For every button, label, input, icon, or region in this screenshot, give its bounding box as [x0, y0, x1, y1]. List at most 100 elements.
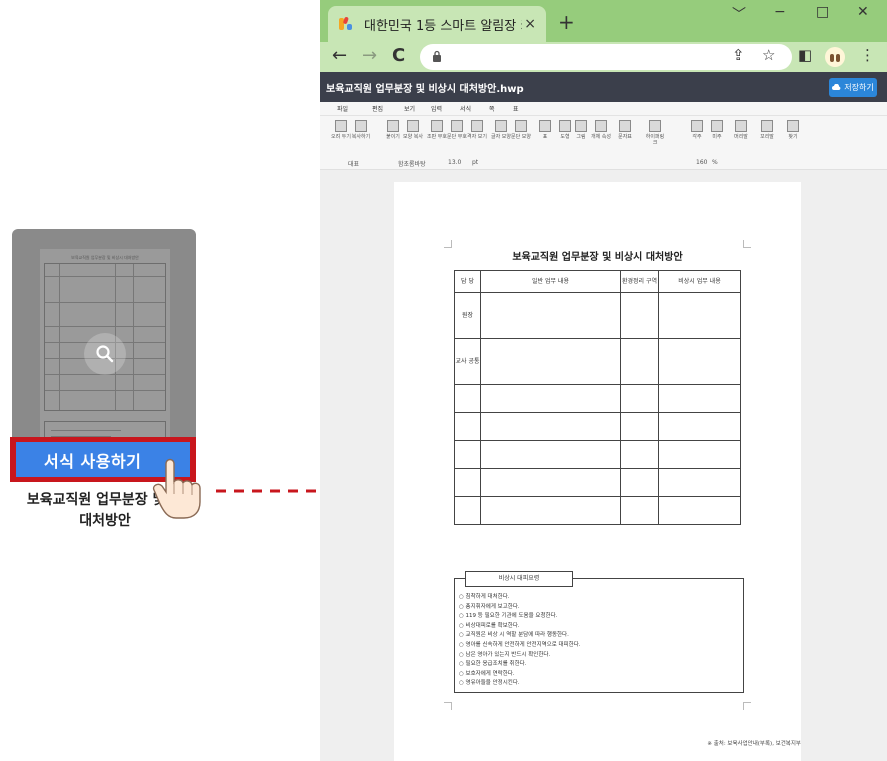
table-cell[interactable]: [454, 468, 481, 497]
browser-tab[interactable]: 대한민국 1등 스마트 알림장 키즈 ×: [328, 6, 546, 42]
ribbon-button[interactable]: 모양 복사: [402, 120, 424, 140]
profile-avatar[interactable]: [824, 46, 846, 68]
zoom-input[interactable]: 160: [696, 159, 707, 166]
ribbon-button-label: 미주: [712, 134, 722, 140]
browser-menu-icon[interactable]: ⋮: [860, 46, 875, 64]
menu-item[interactable]: 쪽: [489, 104, 495, 113]
table-cell[interactable]: [480, 440, 621, 469]
table-cell[interactable]: [480, 468, 621, 497]
table-cell[interactable]: [658, 468, 741, 497]
screenshot-root: 보육교직원 업무분장 및 비상시 대처방안 서식 사용하기 보육교직원 업무분장…: [0, 0, 887, 761]
menu-item[interactable]: 파일: [337, 104, 348, 113]
ribbon-button[interactable]: 하이퍼링크: [644, 120, 666, 146]
ribbon-tool-icon: [595, 120, 607, 132]
table-cell[interactable]: [480, 292, 621, 339]
evacuation-box: 비상시 대피요령 ○ 침착하게 대처한다. ○ 총지휘자에게 보고한다. ○ 119…: [454, 571, 744, 693]
ribbon-button[interactable]: 문단 부호: [446, 120, 468, 140]
table-cell[interactable]: [658, 292, 741, 339]
ribbon-button[interactable]: 미주: [706, 120, 728, 140]
ribbon-button-label: 머리말: [734, 134, 748, 140]
table-cell[interactable]: [454, 440, 481, 469]
ribbon-button[interactable]: 개체 속성: [590, 120, 612, 140]
table-cell[interactable]: [658, 496, 741, 525]
style-select[interactable]: 대표: [348, 159, 359, 168]
font-select[interactable]: 함초롬바탕: [398, 159, 426, 168]
ribbon-button-label: 각주: [692, 134, 702, 140]
table-cell[interactable]: [620, 292, 659, 339]
table-cell[interactable]: 원장: [454, 292, 481, 339]
magnifier-button[interactable]: [84, 333, 126, 375]
ribbon-button-label: 오려 두기: [331, 134, 351, 140]
evacuation-title: 비상시 대피요령: [465, 571, 573, 587]
ribbon-tool-icon: [407, 120, 419, 132]
back-button[interactable]: ←: [332, 45, 347, 66]
ribbon-tool-icon: [761, 120, 773, 132]
table-cell[interactable]: [480, 412, 621, 441]
ribbon-button[interactable]: 표: [534, 120, 556, 140]
forward-button[interactable]: →: [362, 45, 377, 66]
document-page: 보육교직원 업무분장 및 비상시 대처방안 담 당 일반 업무 내용 환경정리 구역…: [394, 182, 801, 761]
table-cell[interactable]: [658, 384, 741, 413]
browser-toolbar: ← → C ⇪ ☆ ◧ ⋮: [320, 42, 887, 72]
document-canvas[interactable]: 보육교직원 업무분장 및 비상시 대처방안 담 당 일반 업무 내용 환경정리 구역…: [320, 170, 887, 761]
table-row: [454, 440, 741, 469]
ribbon-tool-icon: [649, 120, 661, 132]
ribbon-button[interactable]: 붙이기: [382, 120, 404, 140]
table-cell[interactable]: [658, 440, 741, 469]
table-cell[interactable]: [658, 412, 741, 441]
table-cell[interactable]: [620, 412, 659, 441]
tab-close-icon[interactable]: ×: [524, 16, 536, 32]
menu-item[interactable]: 표: [513, 104, 519, 113]
ribbon-button[interactable]: 격자 보기: [466, 120, 488, 140]
ribbon-button[interactable]: 문자표: [614, 120, 636, 140]
ribbon-button[interactable]: 찾기: [782, 120, 804, 140]
close-window-button[interactable]: ✕: [857, 4, 869, 20]
ribbon-button[interactable]: 오려 두기: [330, 120, 352, 140]
menu-item[interactable]: 서식: [460, 104, 471, 113]
table-cell[interactable]: [480, 384, 621, 413]
save-button[interactable]: 저장하기: [829, 78, 877, 97]
ribbon-button[interactable]: 조판 부호: [426, 120, 448, 140]
ribbon-button[interactable]: 꼬리말: [756, 120, 778, 140]
table-cell[interactable]: [620, 468, 659, 497]
pointing-hand-icon: [152, 458, 201, 519]
table-cell[interactable]: [480, 338, 621, 385]
minimize-button[interactable]: −: [774, 4, 786, 20]
ribbon-tool-icon: [355, 120, 367, 132]
font-unit-select[interactable]: pt: [472, 159, 478, 166]
menu-item[interactable]: 편집: [372, 104, 383, 113]
table-cell[interactable]: 교사 공통: [454, 338, 481, 385]
reload-button[interactable]: C: [392, 45, 405, 66]
tab-search-icon[interactable]: ﹀: [732, 4, 746, 24]
menu-item[interactable]: 입력: [431, 104, 442, 113]
ribbon-button-label: 문자표: [618, 134, 632, 140]
ribbon-button-label: 문단 부호: [447, 134, 467, 140]
ribbon-button[interactable]: 복사하기: [350, 120, 372, 140]
table-header-cell: 비상시 업무 내용: [658, 270, 741, 293]
ribbon-button[interactable]: 머리말: [730, 120, 752, 140]
ribbon-button[interactable]: 문단 모양: [510, 120, 532, 140]
table-cell[interactable]: [620, 338, 659, 385]
bookmark-star-icon[interactable]: ☆: [762, 46, 775, 64]
table-cell[interactable]: [454, 496, 481, 525]
ribbon-button[interactable]: 각주: [686, 120, 708, 140]
ribbon-button[interactable]: 그림: [570, 120, 592, 140]
ribbon-tool-icon: [619, 120, 631, 132]
table-cell[interactable]: [620, 384, 659, 413]
share-icon[interactable]: ⇪: [732, 46, 745, 64]
list-item: ○ 총지휘자에게 보고한다.: [459, 603, 520, 610]
side-panel-icon[interactable]: ◧: [798, 46, 812, 64]
maximize-button[interactable]: □: [816, 4, 829, 20]
table-cell[interactable]: [454, 384, 481, 413]
duty-table: 담 당 일반 업무 내용 환경정리 구역 비상시 업무 내용 원장 교사 공통: [454, 270, 741, 525]
font-size-input[interactable]: 13.0: [448, 159, 461, 166]
ribbon-button[interactable]: 글자 모양: [490, 120, 512, 140]
new-tab-button[interactable]: +: [558, 10, 575, 34]
table-cell[interactable]: [454, 412, 481, 441]
table-cell[interactable]: [620, 496, 659, 525]
table-cell[interactable]: [480, 496, 621, 525]
table-cell[interactable]: [658, 338, 741, 385]
table-header-cell: 환경정리 구역: [620, 270, 659, 293]
menu-item[interactable]: 보기: [404, 104, 415, 113]
table-cell[interactable]: [620, 440, 659, 469]
